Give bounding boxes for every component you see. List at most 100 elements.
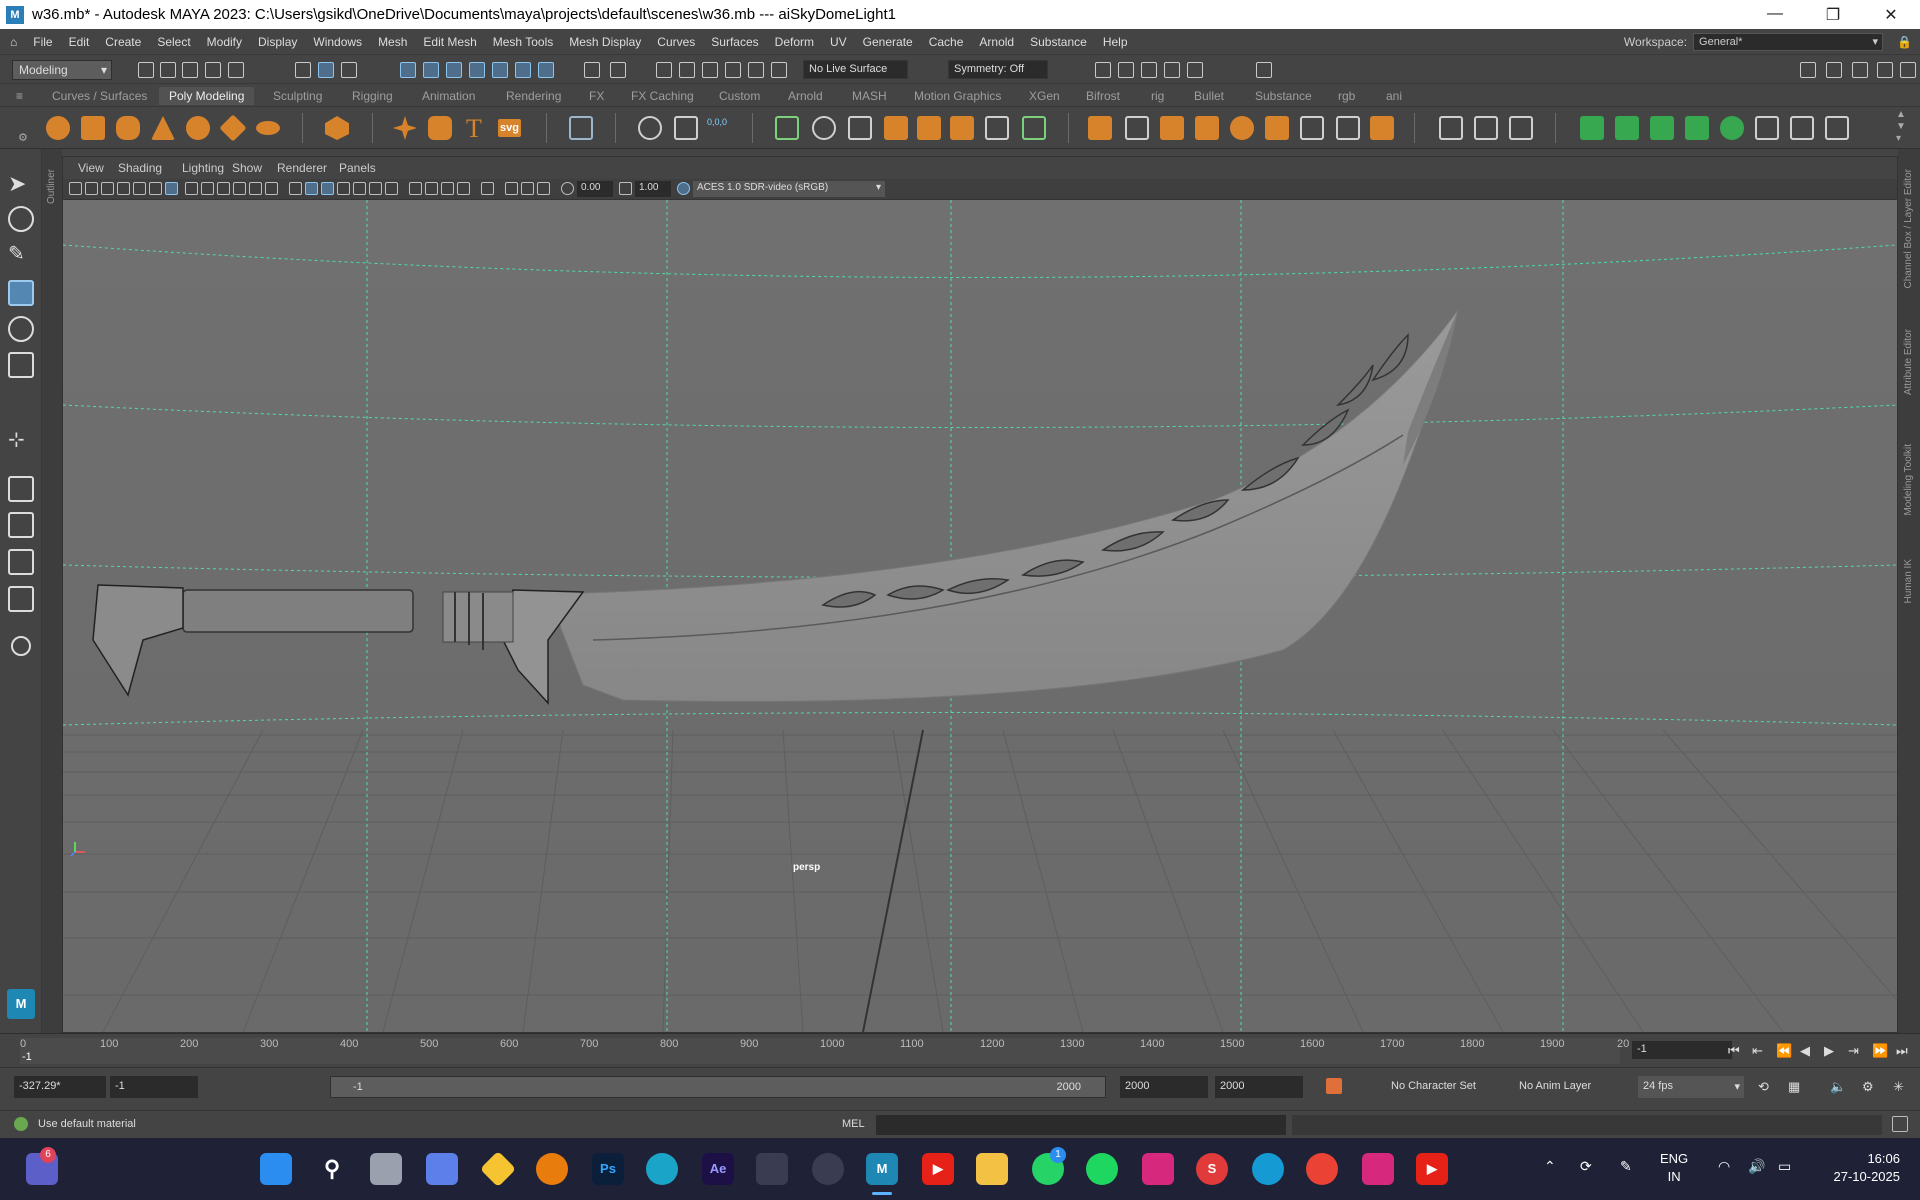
use-all-lights-icon[interactable]: [369, 182, 382, 195]
shelf-tab-animation[interactable]: Animation: [422, 89, 475, 103]
menu-create[interactable]: Create: [97, 35, 149, 49]
play-backwards-icon[interactable]: ◀: [1800, 1043, 1810, 1059]
blender-icon[interactable]: [536, 1153, 568, 1185]
app-launcher-icon[interactable]: [1252, 1153, 1284, 1185]
snap-curve-icon[interactable]: [423, 62, 439, 78]
shelf-tab-bifrost[interactable]: Bifrost: [1086, 89, 1120, 103]
select-component-icon[interactable]: [341, 62, 357, 78]
paint-select-icon[interactable]: ✎: [8, 241, 34, 267]
gamma-field[interactable]: 1.00: [635, 181, 671, 197]
reduce-icon[interactable]: [950, 116, 974, 140]
obs-icon[interactable]: [812, 1153, 844, 1185]
two-d-pan-icon[interactable]: [133, 182, 146, 195]
exposure-field[interactable]: 0.00: [577, 181, 613, 197]
poly-cylinder-icon[interactable]: [116, 116, 140, 140]
fill-hole-icon[interactable]: [1195, 116, 1219, 140]
viewport-menu-renderer[interactable]: Renderer: [277, 161, 327, 175]
single-perspective-layout-icon[interactable]: [8, 476, 34, 502]
shelf-settings-icon[interactable]: ⚙: [18, 131, 28, 144]
viewport-menu-lighting[interactable]: Lighting: [182, 161, 224, 175]
select-tool-icon[interactable]: ➤: [8, 171, 34, 197]
substance-icon[interactable]: S: [1196, 1153, 1228, 1185]
search-icon[interactable]: ⚲: [316, 1153, 348, 1185]
uv-editor-icon[interactable]: [1755, 116, 1779, 140]
animation-start-field[interactable]: -1: [110, 1076, 198, 1098]
show-hidden-icons[interactable]: ⌃: [1544, 1158, 1556, 1175]
snap-surface-icon[interactable]: [492, 62, 508, 78]
offset-edge-loop-icon[interactable]: [1509, 116, 1533, 140]
redo-icon[interactable]: [228, 62, 244, 78]
menu-substance[interactable]: Substance: [1022, 35, 1095, 49]
shelf-tab-rigging[interactable]: Rigging: [352, 89, 393, 103]
extrude-icon[interactable]: [1088, 116, 1112, 140]
grease-pencil-icon[interactable]: [149, 182, 162, 195]
snap-grid-icon[interactable]: [400, 62, 416, 78]
select-object-icon[interactable]: [318, 62, 334, 78]
uv-spherical-icon[interactable]: [1650, 116, 1674, 140]
minimize-button[interactable]: —: [1746, 5, 1804, 25]
go-to-start-icon[interactable]: ⏮: [1728, 1043, 1740, 1059]
wifi-icon[interactable]: ◠: [1718, 1158, 1730, 1175]
poly-cone-icon[interactable]: [151, 116, 175, 140]
instagram-icon[interactable]: [1142, 1153, 1174, 1185]
scene-start-field[interactable]: -327.29*: [14, 1076, 106, 1098]
camera-select-icon[interactable]: [69, 182, 82, 195]
wireframe-on-shaded-icon[interactable]: [337, 182, 350, 195]
animation-preferences-icon[interactable]: ⚙: [1862, 1079, 1874, 1095]
lock-icon[interactable]: [584, 62, 600, 78]
shelf-tab-fx[interactable]: FX: [589, 89, 604, 103]
shelf-scroll-icon[interactable]: ▲ ▼ ▾: [1896, 109, 1906, 145]
modeling-toolkit-tab[interactable]: Modeling Toolkit: [1903, 444, 1914, 516]
smooth-shade-icon[interactable]: [305, 182, 318, 195]
file-explorer-icon[interactable]: [976, 1153, 1008, 1185]
mirror-icon[interactable]: [985, 116, 1009, 140]
shadows-icon[interactable]: [385, 182, 398, 195]
sweep-mesh-icon[interactable]: [428, 116, 452, 140]
copilot-icon[interactable]: [426, 1153, 458, 1185]
viewport-scene[interactable]: persp: [63, 200, 1897, 1032]
field-chart-icon[interactable]: [233, 182, 246, 195]
task-view-icon[interactable]: [370, 1153, 402, 1185]
snap-view-icon[interactable]: [469, 62, 485, 78]
safe-title-icon[interactable]: [265, 182, 278, 195]
uv-sew-icon[interactable]: [1720, 116, 1744, 140]
menu-select[interactable]: Select: [149, 35, 198, 49]
image-plane-icon[interactable]: [117, 182, 130, 195]
channel-box-icon[interactable]: [1877, 62, 1893, 78]
ambient-occlusion-icon[interactable]: [409, 182, 422, 195]
menu-modify[interactable]: Modify: [199, 35, 250, 49]
undo-icon[interactable]: [205, 62, 221, 78]
close-button[interactable]: ✕: [1862, 5, 1920, 25]
loop-icon[interactable]: ⟲: [1758, 1079, 1769, 1095]
channel-box-tab[interactable]: Channel Box / Layer Editor: [1903, 169, 1914, 289]
poly-disc-icon[interactable]: [256, 121, 280, 135]
uv-planar-icon[interactable]: [1580, 116, 1604, 140]
symmetry-field[interactable]: Symmetry: Off: [948, 60, 1048, 79]
wireframe-icon[interactable]: [289, 182, 302, 195]
transfer-icon[interactable]: 0,0,0: [707, 117, 727, 127]
menu-generate[interactable]: Generate: [855, 35, 921, 49]
chamfer-icon[interactable]: [1370, 116, 1394, 140]
scene-end-field[interactable]: 2000: [1215, 1076, 1303, 1098]
extract-icon[interactable]: [848, 116, 872, 140]
depth-of-field-icon[interactable]: [457, 182, 470, 195]
step-forward-frame-icon[interactable]: ⏩: [1872, 1043, 1888, 1059]
outliner-layout-icon[interactable]: [8, 586, 34, 612]
maya-app-icon[interactable]: M: [7, 989, 35, 1019]
type-text-icon[interactable]: T: [466, 114, 482, 144]
play-forwards-icon[interactable]: ▶: [1824, 1043, 1834, 1059]
shelf-tab-curves-surfaces[interactable]: Curves / Surfaces: [52, 89, 147, 103]
menu-curves[interactable]: Curves: [649, 35, 703, 49]
mode-selector[interactable]: Modeling ▾: [12, 60, 112, 80]
viewport-menu-view[interactable]: View: [78, 161, 104, 175]
shelf-tab-arnold[interactable]: Arnold: [788, 89, 823, 103]
wedge-icon[interactable]: [1300, 116, 1324, 140]
shelf-tab-sculpting[interactable]: Sculpting: [273, 89, 322, 103]
pen-app-icon[interactable]: [756, 1153, 788, 1185]
append-polygon-icon[interactable]: [1160, 116, 1184, 140]
home-icon[interactable]: ⌂: [0, 35, 25, 49]
poly-sphere-icon[interactable]: [46, 116, 70, 140]
hypershade-icon[interactable]: [725, 62, 741, 78]
xray-joints-icon[interactable]: [521, 182, 534, 195]
combine-icon[interactable]: [775, 116, 799, 140]
